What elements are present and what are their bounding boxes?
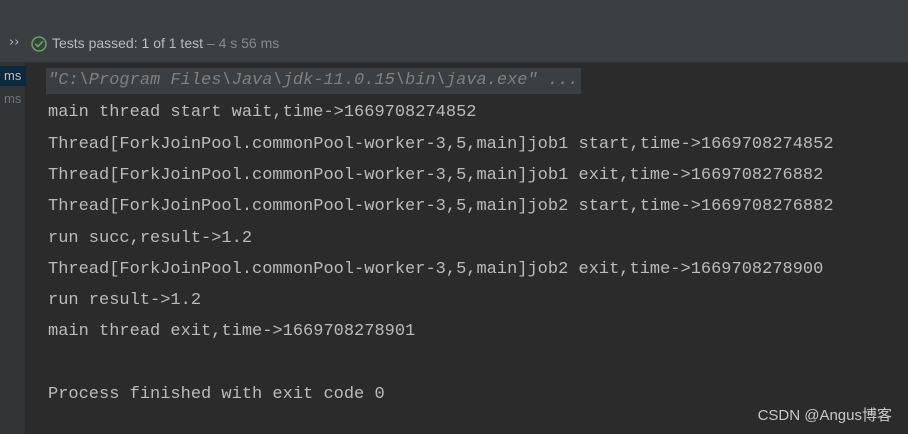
- watermark: CSDN @Angus博客: [757, 407, 892, 424]
- process-exit-line: Process finished with exit code 0: [48, 385, 385, 404]
- test-tree-panel: ms ms: [0, 63, 26, 434]
- console-line: Thread[ForkJoinPool.commonPool-worker-3,…: [48, 197, 834, 216]
- check-circle-icon: [31, 36, 47, 52]
- console-line: Thread[ForkJoinPool.commonPool-worker-3,…: [48, 135, 834, 154]
- test-status-bar: ›› Tests passed: 1 of 1 test – 4 s 56 ms: [0, 0, 908, 63]
- test-status-text: Tests passed: 1 of 1 test – 4 s 56 ms: [52, 35, 279, 51]
- run-command-line[interactable]: "C:\Program Files\Java\jdk-11.0.15\bin\j…: [46, 68, 581, 94]
- console-line: Thread[ForkJoinPool.commonPool-worker-3,…: [48, 260, 824, 279]
- console-line: run result->1.2: [48, 291, 202, 310]
- console-line: Thread[ForkJoinPool.commonPool-worker-3,…: [48, 166, 824, 185]
- double-chevron-right-icon[interactable]: ››: [9, 35, 19, 50]
- console-output[interactable]: "C:\Program Files\Java\jdk-11.0.15\bin\j…: [26, 63, 908, 434]
- status-count: 1: [141, 35, 150, 51]
- status-total: of 1 test: [153, 35, 203, 51]
- console-line: main thread start wait,time->16697082748…: [48, 103, 477, 122]
- console-line: run succ,result->1.2: [48, 229, 253, 248]
- status-prefix: Tests passed:: [52, 35, 138, 51]
- test-tree-item[interactable]: ms: [0, 89, 26, 109]
- status-duration: – 4 s 56 ms: [206, 35, 280, 51]
- test-tree-item[interactable]: ms: [0, 66, 26, 86]
- console-line: main thread exit,time->1669708278901: [48, 322, 416, 341]
